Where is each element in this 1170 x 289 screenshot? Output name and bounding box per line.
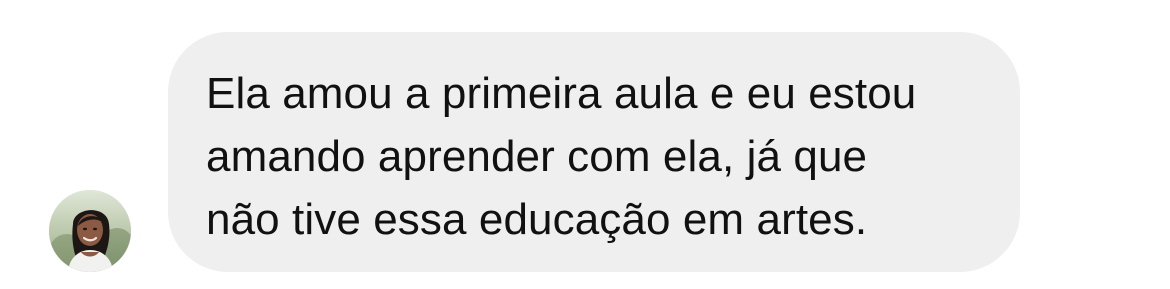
message-row: Ela amou a primeira aula e eu estou aman… (0, 0, 1170, 289)
message-bubble[interactable]: Ela amou a primeira aula e eu estou aman… (168, 32, 1020, 272)
avatar[interactable] (49, 190, 131, 272)
avatar-photo (49, 190, 131, 272)
message-text: Ela amou a primeira aula e eu estou aman… (206, 69, 917, 244)
